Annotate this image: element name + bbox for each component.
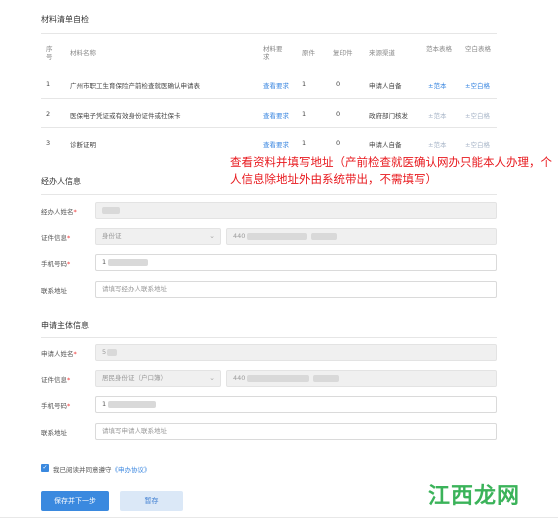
agreement-checkbox[interactable]: ✓	[41, 464, 49, 472]
row-3-copies: 0	[336, 139, 341, 147]
materials-section-title: 材料清单自检	[41, 15, 89, 24]
applicant-address-label: 联系地址	[41, 429, 67, 437]
row-2-original: 1	[302, 110, 307, 118]
row-1-copies: 0	[336, 80, 341, 88]
applicant-cert-label: 证件信息*	[41, 376, 71, 384]
agent-cert-masked	[247, 232, 308, 240]
row-2-index: 2	[46, 110, 51, 118]
applicant-cert-masked	[247, 374, 310, 382]
agent-name-label: 经办人姓名*	[41, 208, 77, 216]
applicant-name-masked	[107, 348, 118, 356]
applicant-phone-label: 手机号码*	[41, 402, 71, 410]
agent-section-title: 经办人信息	[41, 177, 81, 186]
agent-cert-number-input[interactable]: 440	[226, 228, 497, 245]
row-3-index: 3	[46, 139, 51, 147]
applicant-cert-number-input[interactable]: 440	[226, 370, 497, 387]
applicant-phone-input[interactable]: 1	[95, 396, 497, 413]
row-3-name: 诊断证明	[70, 141, 96, 149]
save-draft-button[interactable]: 暂存	[120, 491, 183, 511]
agent-address-input[interactable]: 请填写经办人联系地址	[95, 281, 497, 298]
applicant-phone-masked	[108, 400, 157, 408]
col-header-copies: 复印件	[333, 49, 353, 57]
col-header-source: 来源渠道	[369, 49, 395, 57]
row-1-original: 1	[302, 80, 307, 88]
row-1-sample-link[interactable]: ±范本	[428, 80, 446, 90]
agent-name-masked	[102, 206, 120, 214]
row-1-view-requirement-link[interactable]: 查看要求	[263, 80, 289, 90]
agent-cert-masked-tail	[311, 232, 338, 240]
applicant-section-title: 申请主体信息	[41, 321, 89, 330]
row-2-name: 医保电子凭证或有效身份证件或社保卡	[70, 112, 181, 120]
applicant-cert-type-select[interactable]: 居民身份证（户口簿） ⌄	[95, 370, 221, 387]
agreement-link[interactable]: 《申办协议》	[112, 466, 151, 474]
col-header-name: 材料名称	[70, 49, 96, 57]
row-3-view-requirement-link[interactable]: 查看要求	[263, 139, 289, 149]
applicant-cert-masked-tail	[313, 374, 340, 382]
col-header-sample: 范本表格	[426, 45, 452, 53]
agent-address-label: 联系地址	[41, 287, 67, 295]
row-3-blank-link[interactable]: ±空白格	[465, 139, 490, 149]
col-header-original: 原件	[302, 49, 315, 57]
col-header-requirement: 材料要求	[263, 45, 283, 61]
watermark-logo: 江西龙网	[427, 483, 520, 509]
applicant-name-input[interactable]: 5	[95, 344, 497, 361]
row-1-source: 申请人自备	[369, 82, 402, 90]
chevron-down-icon: ⌄	[209, 374, 215, 382]
agent-cert-label: 证件信息*	[41, 234, 71, 242]
row-3-source: 申请人自备	[369, 141, 402, 149]
footer-divider	[0, 517, 558, 518]
row-1-index: 1	[46, 80, 51, 88]
row-2-copies: 0	[336, 110, 341, 118]
applicant-address-input[interactable]: 请填写申请人联系地址	[95, 423, 497, 440]
applicant-name-label: 申请人姓名*	[41, 350, 77, 358]
red-annotation-text: 查看资料并填写地址（产前检查就医确认网办只能本人办理，个人信息除地址外由系统带出…	[230, 155, 552, 186]
agent-phone-input[interactable]: 1	[95, 254, 497, 271]
col-header-index: 序号	[46, 45, 53, 61]
row-2-sample-link[interactable]: ±范本	[428, 110, 446, 120]
row-2-source: 政府部门核发	[369, 112, 408, 120]
agent-phone-masked	[108, 258, 149, 266]
save-and-next-button[interactable]: 保存并下一步	[41, 491, 109, 511]
agent-cert-type-select[interactable]: 身份证 ⌄	[95, 228, 221, 245]
row-2-view-requirement-link[interactable]: 查看要求	[263, 110, 289, 120]
row-3-original: 1	[302, 139, 307, 147]
row-2-blank-link[interactable]: ±空白格	[465, 110, 490, 120]
chevron-down-icon: ⌄	[209, 232, 215, 240]
row-3-sample-link[interactable]: ±范本	[428, 139, 446, 149]
agent-phone-label: 手机号码*	[41, 260, 71, 268]
row-1-blank-link[interactable]: ±空白格	[465, 80, 490, 90]
col-header-blank: 空白表格	[465, 45, 491, 53]
agreement-text: 我已阅读并同意遵守《申办协议》	[53, 466, 151, 474]
agent-name-input[interactable]	[95, 202, 497, 219]
row-1-name: 广州市职工生育保险产前检查就医确认申请表	[70, 82, 200, 90]
